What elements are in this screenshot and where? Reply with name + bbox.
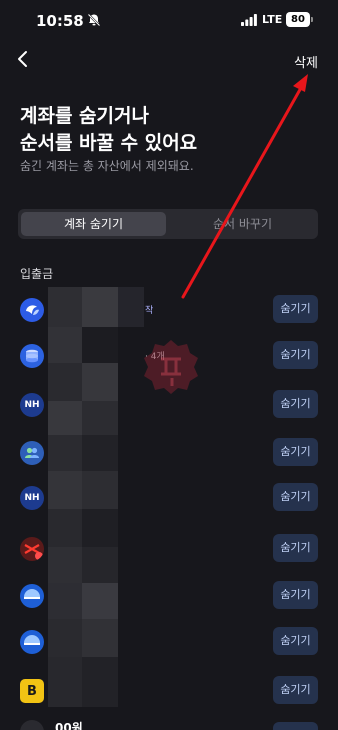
nh-bank-icon: NH	[20, 393, 44, 417]
red-bank-icon	[20, 537, 44, 561]
hide-button[interactable]: 숨기기	[273, 534, 318, 562]
battery-tip	[311, 17, 313, 22]
hide-button[interactable]: 숨기기	[273, 676, 318, 704]
tab-reorder[interactable]: 순서 바꾸기	[170, 212, 315, 236]
hide-button[interactable]: 숨기기	[273, 438, 318, 466]
page-subtitle: 숨긴 계좌는 총 자산에서 제외돼요.	[20, 159, 194, 173]
blue-bank-icon	[20, 584, 44, 608]
yellow-b-bank-icon: B	[20, 679, 44, 703]
delete-button[interactable]: 삭제	[294, 52, 318, 71]
page-title: 계좌를 숨기거나 순서를 바꿀 수 있어요	[20, 103, 197, 157]
network-type: LTE	[262, 13, 283, 26]
title-line-2: 순서를 바꿀 수 있어요	[20, 132, 198, 154]
back-chevron-icon[interactable]	[12, 48, 34, 70]
nh-bank-icon: NH	[20, 486, 44, 510]
battery-icon: 80	[286, 12, 310, 27]
hide-button[interactable]: 숨기기	[273, 295, 318, 323]
kakao-bank-coin-icon	[20, 344, 44, 368]
tab-hide-accounts[interactable]: 계좌 숨기기	[21, 212, 166, 236]
toss-bank-icon	[20, 298, 44, 322]
account-detail: 작	[145, 306, 154, 316]
hide-button[interactable]: 숨기기	[273, 341, 318, 369]
bank-icon-partial	[20, 720, 44, 730]
signal-icon	[241, 14, 257, 26]
watermark-seal	[144, 340, 198, 394]
people-group-icon	[20, 441, 44, 465]
title-line-1: 계좌를 숨기거나	[20, 105, 149, 127]
hide-button[interactable]: 숨기기	[273, 483, 318, 511]
blue-bank-icon	[20, 630, 44, 654]
status-bar: 10:58 LTE 80	[0, 0, 338, 44]
section-label: 입출금	[20, 267, 54, 281]
account-amount-partial: 00원	[55, 721, 83, 730]
hide-button[interactable]: 숨기기	[273, 390, 318, 418]
hide-button-partial[interactable]	[273, 722, 318, 730]
status-time: 10:58	[36, 12, 84, 30]
segmented-control: 계좌 숨기기 순서 바꾸기	[18, 209, 318, 239]
hide-button[interactable]: 숨기기	[273, 627, 318, 655]
bell-off-icon	[87, 13, 101, 27]
hide-button[interactable]: 숨기기	[273, 581, 318, 609]
